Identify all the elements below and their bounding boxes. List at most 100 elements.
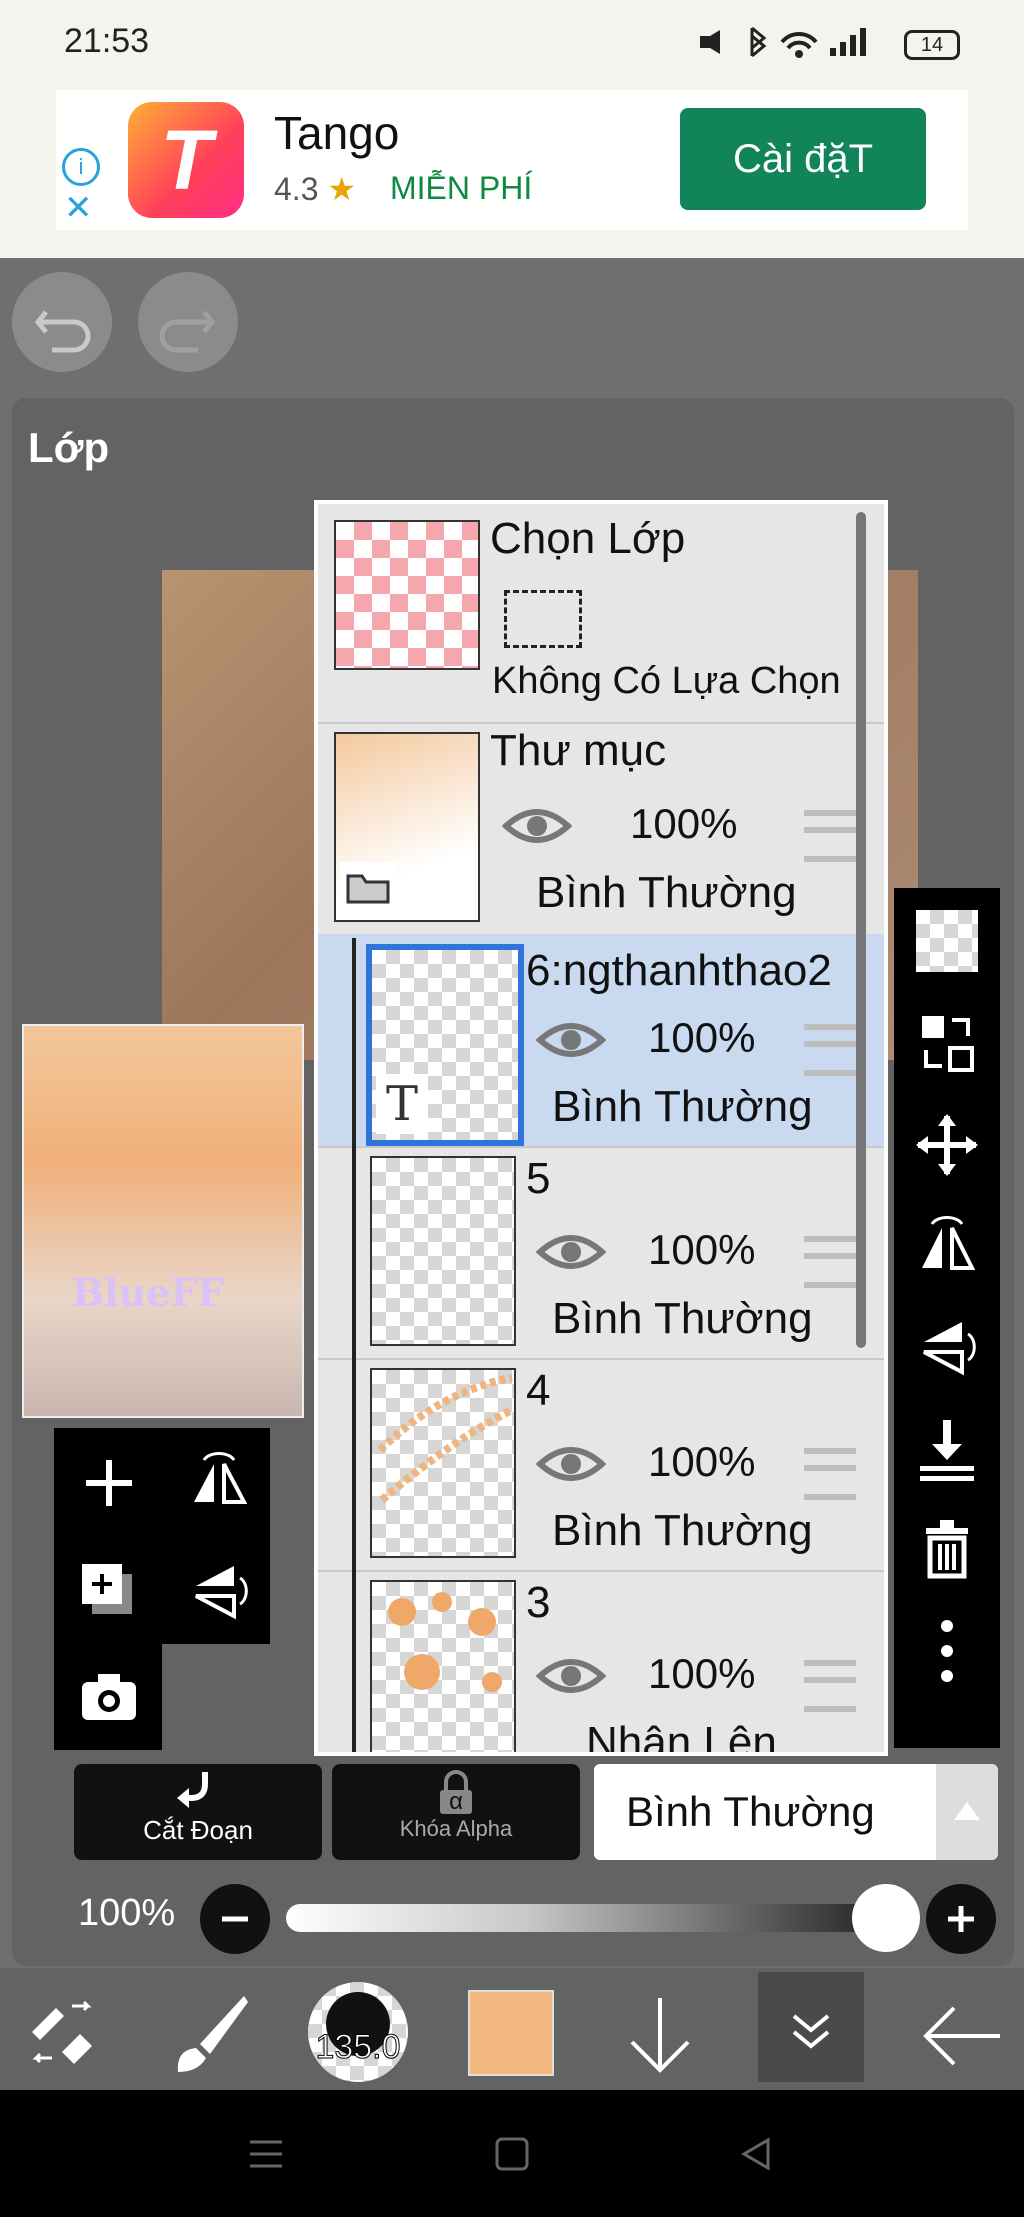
layer-opacity: 100% [630,800,738,847]
blend-mode-value: Bình Thường [626,1788,875,1835]
brush-tool-button[interactable] [164,1988,254,2078]
layer-name: Thư mục [490,726,667,775]
layer-opacity: 100% [648,1650,756,1697]
status-icons [690,22,890,70]
ad-price: MIỄN PHÍ [390,170,533,206]
layer-opacity: 100% [648,1014,756,1061]
canvas-preview[interactable] [22,1024,304,1418]
layer-down-button[interactable] [620,1990,700,2080]
checker-icon [916,910,978,972]
swap-layer-button[interactable] [894,1008,1000,1080]
recent-apps-button[interactable] [246,2136,286,2172]
layer-list: Chọn Lớp Không Có Lựa Chọn Thư mục 100% … [314,500,888,1756]
caret-up-icon [954,1802,980,1820]
layer-blend-mode: Bình Thường [552,1506,813,1555]
canvas-preview-text: BlueFF [72,1270,225,1315]
color-swatch[interactable] [468,1990,554,2076]
folder-tree-line [352,938,356,1150]
camera-button[interactable] [74,1662,144,1732]
layer-subtitle: Không Có Lựa Chọn [492,660,841,702]
folder-tree-line [352,1146,356,1358]
layer-blend-mode: Nhân Lên [586,1718,777,1756]
layer-row-selection[interactable]: Chọn Lớp Không Có Lựa Chọn [318,504,884,724]
layer-name: 4 [526,1366,551,1415]
info-icon[interactable]: i [62,148,100,186]
layer-row-5[interactable]: 5 100% Bình Thường [318,1146,884,1360]
flip-vertical-layer-button[interactable] [894,1312,1000,1384]
flip-horizontal-icon [194,1451,248,1504]
layers-panel-toggle[interactable] [758,1972,864,2082]
duplicate-icon [82,1564,132,1614]
visibility-eye-icon[interactable] [535,1654,607,1698]
layer-row-3[interactable]: 3 100% Nhân Lên [318,1570,884,1756]
clip-label: Cắt Đoạn [143,1815,253,1845]
move-arrows-icon [916,1114,978,1176]
more-options-button[interactable] [894,1616,1000,1688]
redo-button[interactable] [138,272,238,372]
drag-handle-icon[interactable] [804,810,856,862]
layer-name: 5 [526,1154,551,1203]
delete-layer-button[interactable] [894,1514,1000,1586]
add-layer-button[interactable] [74,1448,144,1518]
square-icon [495,2137,529,2171]
undo-button[interactable] [12,272,112,372]
visibility-eye-icon[interactable] [535,1018,607,1062]
drag-handle-icon[interactable] [804,1024,856,1076]
flip-horizontal-button[interactable] [184,1448,254,1518]
flip-horizontal-layer-button[interactable] [894,1210,1000,1282]
back-button[interactable] [916,1996,1006,2076]
tango-logo[interactable]: T [128,102,244,218]
blend-mode-select[interactable]: Bình Thường [594,1764,936,1860]
folder-icon [340,862,396,912]
opacity-slider-thumb[interactable] [852,1884,920,1952]
clip-button[interactable]: Cắt Đoạn [74,1764,322,1860]
drag-handle-icon[interactable] [804,1660,856,1712]
home-button[interactable] [492,2134,532,2174]
ad-app-name[interactable]: Tango [274,106,399,160]
panel-title: Lớp [28,424,110,471]
duplicate-layer-button[interactable] [74,1556,144,1626]
layer-opacity: 100% [648,1438,756,1485]
merge-down-button[interactable] [894,1414,1000,1486]
layer-row-4[interactable]: 4 100% Bình Thường [318,1358,884,1572]
undo-icon [34,310,91,353]
status-clock: 21:53 [64,22,150,60]
opacity-slider[interactable] [286,1904,886,1932]
flip-vertical-icon [195,1566,248,1620]
visibility-eye-icon[interactable] [535,1230,607,1274]
folder-tree-line [352,1358,356,1570]
ad-install-button[interactable]: Cài đặT [680,108,926,210]
tool-switch-button[interactable] [22,1992,102,2072]
layer-blend-mode: Bình Thường [536,868,797,917]
layer-thumbnail [370,1368,516,1558]
brush-size-value: 135.0 [315,2028,401,2067]
text-layer-icon: T [376,1074,428,1134]
move-button[interactable] [894,1110,1000,1182]
blend-mode-dropdown-button[interactable] [936,1764,998,1860]
alpha-lock-button[interactable]: α Khóa Alpha [332,1764,580,1860]
layer-list-scrollbar[interactable] [856,512,866,1348]
visibility-eye-icon[interactable] [501,804,573,848]
right-toolbar [894,888,1000,1748]
layer-thumbnail [370,1580,516,1752]
brush-icon [177,1996,248,2072]
layer-row-6[interactable]: T 6:ngthanhthao2 100% Bình Thường [318,934,884,1150]
layer-name: 3 [526,1578,551,1627]
star-icon: ★ [327,171,357,207]
layer-row-folder[interactable]: Thư mục 100% Bình Thường [318,722,884,936]
transparent-fill-button[interactable] [894,906,1000,978]
visibility-eye-icon[interactable] [535,1442,607,1486]
close-icon[interactable]: ✕ [64,188,93,228]
flip-vertical-button[interactable] [184,1556,254,1626]
merge-down-icon [920,1420,974,1481]
drag-handle-icon[interactable] [804,1448,856,1500]
system-back-button[interactable] [736,2134,776,2174]
ad-rating: 4.3 ★ [274,171,357,207]
clip-arrow-icon [177,1772,208,1808]
opacity-value: 100% [78,1892,176,1934]
opacity-increase-button[interactable] [926,1884,996,1954]
opacity-decrease-button[interactable] [200,1884,270,1954]
layer-opacity: 100% [648,1226,756,1273]
drag-handle-icon[interactable] [804,1236,856,1288]
trash-icon [926,1520,968,1579]
